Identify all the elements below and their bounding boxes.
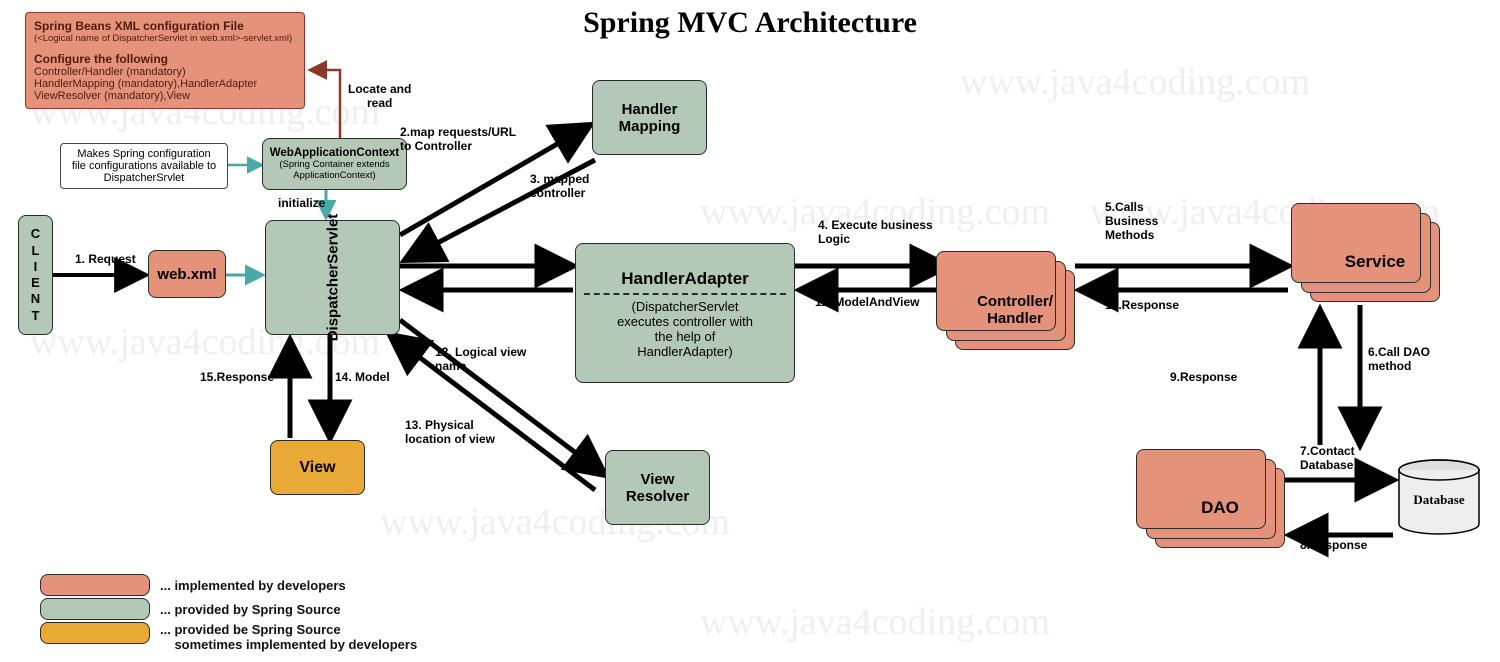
dispatcher-box: DispatcherServlet (265, 220, 400, 335)
legend-mixed-text: ... provided be Spring Source sometimes … (160, 622, 417, 652)
dispatcher-label: DispatcherServlet (324, 214, 341, 342)
label-8: 8.Response (1300, 538, 1367, 552)
label-10: 10.Response (1105, 298, 1179, 312)
wac-box: WebApplicationContext (Spring Container … (262, 138, 407, 190)
label-1: 1. Request (75, 252, 136, 266)
label-6: 6.Call DAO method (1368, 345, 1430, 373)
label-15: 15.Response (200, 370, 274, 384)
wac-title: WebApplicationContext (270, 147, 399, 159)
config-lines: Controller/Handler (mandatory) HandlerMa… (34, 66, 296, 102)
label-5: 5.Calls Business Methods (1105, 200, 1158, 242)
legend-spring-text: ... provided by Spring Source (160, 602, 341, 617)
label-12: 12. Logical view name (435, 345, 526, 373)
label-4: 4. Execute business Logic (818, 218, 933, 246)
database-box: Database (1395, 458, 1483, 538)
watermark: www.java4coding.com (700, 600, 1050, 644)
wac-note-text: Makes Spring configuration file configur… (72, 148, 216, 184)
wac-note: Makes Spring configuration file configur… (60, 143, 228, 189)
view-box: View (270, 440, 365, 495)
database-label: Database (1395, 492, 1483, 508)
handler-adapter-title: HandlerAdapter (621, 269, 749, 289)
watermark: www.java4coding.com (960, 60, 1310, 104)
config-note: Spring Beans XML configuration File (<Lo… (25, 12, 305, 109)
dao-box: DAO (1155, 468, 1285, 548)
label-2: 2.map requests/URL to Controller (400, 125, 516, 153)
legend-swatch-green (40, 598, 150, 620)
config-h1-sub: (<Logical name of DispatcherServlet in w… (34, 33, 296, 44)
label-3: 3. mapped controller (530, 172, 589, 200)
label-14: 14. Model (335, 370, 390, 384)
handler-adapter-box: HandlerAdapter (DispatcherServlet execut… (575, 243, 795, 383)
label-initialize: initialize (278, 196, 325, 210)
legend-dev: ... implemented by developers (40, 574, 417, 596)
legend: ... implemented by developers ... provid… (40, 572, 417, 654)
webxml-box: web.xml (148, 250, 226, 298)
label-13: 13. Physical location of view (405, 418, 495, 446)
service-box: Service (1310, 222, 1440, 302)
wac-sub: (Spring Container extends ApplicationCon… (279, 159, 389, 181)
label-11: 11. ModelAndView (815, 295, 919, 309)
label-7: 7.Contact Database (1300, 444, 1355, 472)
config-h1: Spring Beans XML configuration File (34, 19, 296, 33)
label-locate-read: Locate and read (348, 82, 411, 110)
client-box: C L I E N T (18, 215, 53, 335)
handler-mapping-box: Handler Mapping (592, 80, 707, 155)
legend-mixed: ... provided be Spring Source sometimes … (40, 622, 417, 652)
handler-adapter-sub: (DispatcherServlet executes controller w… (617, 299, 753, 359)
legend-swatch-yellow (40, 622, 150, 644)
config-h2: Configure the following (34, 52, 296, 66)
view-resolver-box: View Resolver (605, 450, 710, 525)
legend-swatch-red (40, 574, 150, 596)
legend-dev-text: ... implemented by developers (160, 578, 346, 593)
controller-box: Controller/ Handler (955, 270, 1075, 350)
label-9: 9.Response (1170, 370, 1237, 384)
legend-spring: ... provided by Spring Source (40, 598, 417, 620)
